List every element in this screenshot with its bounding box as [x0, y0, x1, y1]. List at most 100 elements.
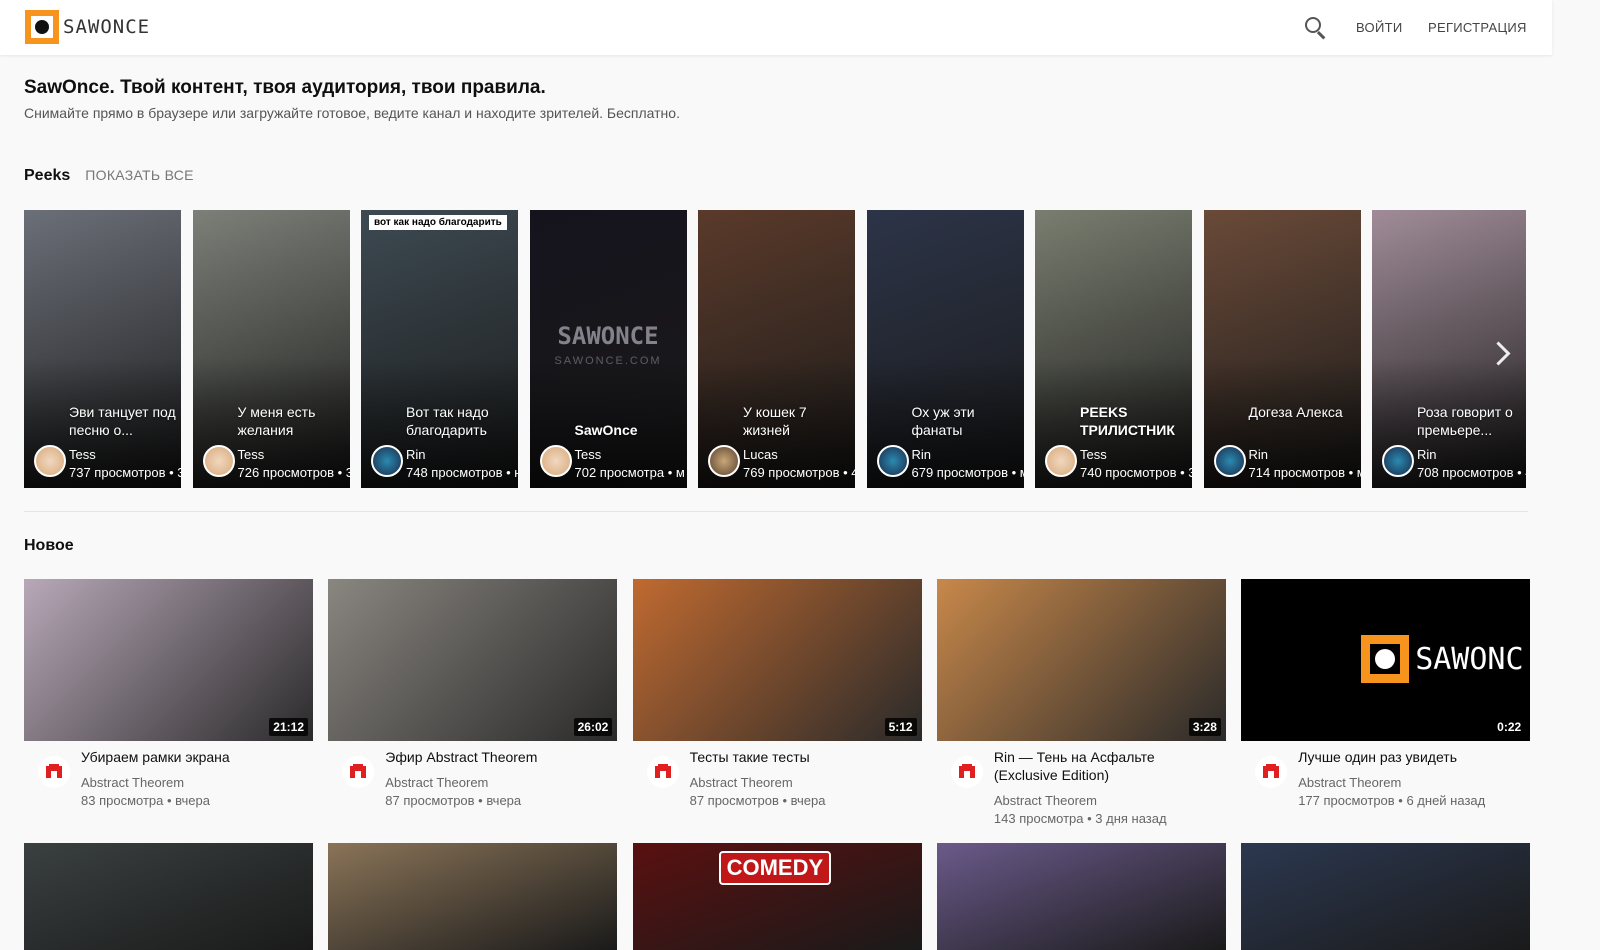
avatar[interactable]	[1382, 445, 1414, 477]
peeks-title: Peeks	[24, 167, 71, 184]
peek-card[interactable]: вот как надо благодарить Вот так надо бла…	[361, 210, 518, 488]
video-thumbnail[interactable]: 5:12	[632, 579, 922, 741]
video-meta: 87 просмотров • вчера	[385, 793, 522, 808]
video-thumbnail[interactable]: 26:02	[328, 579, 618, 741]
peek-title: SawOnce	[574, 422, 638, 438]
video-meta: 87 просмотров • вчера	[689, 793, 826, 808]
video-channel[interactable]: Abstract Theorem	[1298, 775, 1401, 790]
page-scrollbar[interactable]	[1568, 0, 1600, 950]
peek-author[interactable]: Tess	[1080, 447, 1107, 462]
peek-author[interactable]: Lucas	[743, 447, 778, 462]
video-card[interactable]: 21:12 Убираем рамки экрана Abstract Theore…	[24, 579, 313, 808]
video-logo-watermark: SAWONC	[1361, 635, 1524, 683]
video-channel[interactable]: Abstract Theorem	[385, 775, 488, 790]
logo-mark-icon	[1361, 635, 1410, 683]
channel-store-icon[interactable]	[646, 756, 679, 788]
channel-store-icon[interactable]	[342, 756, 375, 788]
avatar[interactable]	[539, 445, 572, 477]
video-thumbnail[interactable]	[328, 843, 618, 950]
video-thumbnail[interactable]: SAWONC 0:22	[1241, 579, 1531, 741]
peek-meta: 714 просмотров • м	[1248, 465, 1361, 480]
comedy-club-badge: COMEDY	[718, 851, 832, 885]
avatar[interactable]	[202, 445, 235, 477]
peek-title: Роза говорит о премьере...	[1417, 404, 1513, 438]
peek-author[interactable]: Rin	[406, 447, 426, 462]
video-card[interactable]: 5:12 Тесты такие тесты Abstract Theorem 87 …	[632, 579, 922, 808]
video-title[interactable]: Эфир Abstract Theorem	[385, 748, 610, 766]
peek-meta: 726 просмотров • 3	[237, 465, 350, 480]
logo-text: SAWONCE	[63, 16, 151, 38]
video-title[interactable]: Убираем рамки экрана	[81, 748, 306, 766]
video-duration: 0:22	[1493, 718, 1526, 736]
video-title[interactable]: Лучше один раз увидеть	[1298, 748, 1523, 766]
chevron-right-icon[interactable]	[1486, 335, 1512, 375]
peek-caption-tag: вот как надо благодарить	[369, 215, 507, 230]
video-thumbnail[interactable]	[1241, 843, 1531, 950]
video-card[interactable]: 3:28 Rin — Тень на Асфальте (Exclusive Ed…	[936, 579, 1226, 826]
video-thumbnail[interactable]	[936, 843, 1226, 950]
peek-author[interactable]: Tess	[575, 447, 602, 462]
logo-mark-icon	[25, 10, 59, 44]
peek-meta: 748 просмотров • н	[406, 465, 518, 480]
login-link[interactable]: ВОЙТИ	[1356, 20, 1402, 35]
avatar[interactable]	[708, 445, 740, 477]
avatar[interactable]	[34, 445, 66, 477]
video-channel[interactable]: Abstract Theorem	[690, 775, 793, 790]
register-link[interactable]: РЕГИСТРАЦИЯ	[1428, 20, 1527, 35]
avatar[interactable]	[876, 445, 909, 477]
peek-card[interactable]: Догеза Алекса Rin 714 просмотров • м	[1203, 210, 1361, 488]
search-icon[interactable]	[1303, 15, 1329, 41]
video-duration: 5:12	[884, 718, 917, 736]
peek-meta: 708 просмотров • 4	[1417, 465, 1526, 480]
logo[interactable]: SAWONCE	[25, 10, 150, 44]
peek-title: Эви танцует под песню о...	[69, 404, 176, 438]
peek-author[interactable]: Tess	[238, 447, 265, 462]
peek-title: PEEKS ТРИЛИСТНИК	[1080, 404, 1175, 438]
video-duration: 21:12	[269, 718, 308, 736]
peek-card[interactable]: Ох уж эти фанаты Rin 679 просмотров • м	[866, 210, 1024, 488]
channel-store-icon[interactable]	[1255, 756, 1288, 788]
peek-watermark: SAWONCE	[557, 322, 659, 350]
peek-card[interactable]: SAWONCESAWONCE.COMSawOnceTess702 просмот…	[529, 210, 687, 488]
video-duration: 26:02	[573, 718, 613, 736]
page-title: SawOnce. Твой контент, твоя аудитория, т…	[24, 77, 546, 98]
channel-store-icon[interactable]	[38, 756, 70, 788]
page-subtitle: Снимайте прямо в браузере или загружайте…	[24, 105, 680, 121]
video-watermark-text: SAWONC	[1415, 641, 1524, 677]
peek-card[interactable]: Эви танцует под песню о... Tess 737 просмо…	[24, 210, 181, 488]
video-title[interactable]: Тесты такие тесты	[690, 748, 915, 766]
peek-title: У меня есть желания	[237, 404, 316, 438]
peek-card[interactable]: У кошек 7 жизней Lucas 769 просмотров • 4	[698, 210, 855, 488]
peek-meta: 737 просмотров • 3	[69, 465, 181, 480]
peek-card[interactable]: У меня есть желания Tess 726 просмотров • …	[192, 210, 350, 488]
video-thumbnail[interactable]: 21:12	[24, 579, 313, 741]
video-channel[interactable]: Abstract Theorem	[81, 775, 184, 790]
peek-title: Вот так надо благодарить	[406, 404, 489, 438]
peek-author[interactable]: Rin	[1417, 447, 1437, 462]
video-meta: 177 просмотров • 6 дней назад	[1298, 793, 1486, 808]
top-bar: SAWONCE ВОЙТИ РЕГИСТРАЦИЯ	[0, 0, 1552, 55]
new-section-title: Новое	[24, 537, 74, 554]
peeks-show-all-link[interactable]: ПОКАЗАТЬ ВСЕ	[85, 167, 194, 183]
video-duration: 3:28	[1188, 718, 1221, 736]
video-thumbnail[interactable]: COMEDY	[632, 843, 922, 950]
avatar[interactable]	[1213, 445, 1246, 477]
video-card[interactable]: 26:02 Эфир Abstract Theorem Abstract Theor…	[328, 579, 618, 808]
peek-title: У кошек 7 жизней	[743, 404, 807, 438]
peeks-header: Peeks ПОКАЗАТЬ ВСЕ	[24, 167, 194, 185]
peek-author[interactable]: Rin	[1249, 447, 1269, 462]
video-channel[interactable]: Abstract Theorem	[994, 793, 1097, 808]
video-title[interactable]: Rin — Тень на Асфальте (Exclusive Editio…	[994, 748, 1219, 784]
video-thumbnail[interactable]	[24, 843, 313, 950]
peek-meta: 702 просмотра • м	[574, 465, 685, 480]
peeks-carousel: Эви танцует под песню о... Tess 737 просмо…	[24, 210, 1526, 488]
video-thumbnail[interactable]: 3:28	[936, 579, 1226, 741]
video-card[interactable]: SAWONC 0:22 Лучше один раз увидеть Abstract…	[1241, 579, 1531, 808]
avatar[interactable]	[371, 445, 403, 477]
avatar[interactable]	[1045, 445, 1077, 477]
peek-card[interactable]: PEEKS ТРИЛИСТНИК Tess 740 просмотров • 3	[1035, 210, 1192, 488]
channel-store-icon[interactable]	[950, 756, 983, 788]
peek-author[interactable]: Tess	[69, 447, 96, 462]
peek-author[interactable]: Rin	[912, 447, 932, 462]
peek-title: Ох уж эти фанаты	[911, 404, 975, 438]
